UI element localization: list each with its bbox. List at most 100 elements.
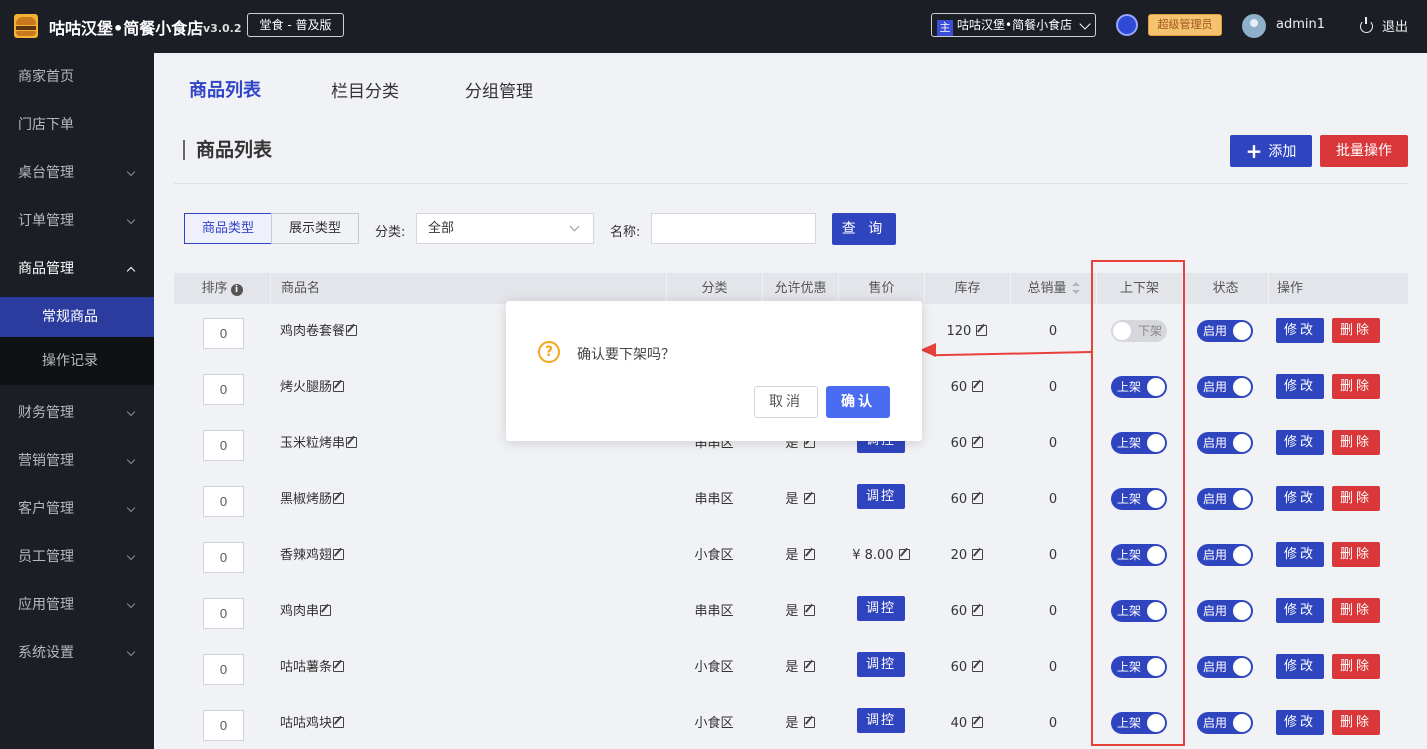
info-icon[interactable]: i [230,284,243,296]
edit-icon[interactable] [333,493,345,504]
avatar[interactable] [1242,14,1266,38]
edit-icon[interactable] [976,325,988,336]
edit-button[interactable]: 修改 [1276,318,1324,343]
category-select[interactable]: 全部 [416,213,594,244]
online-status-icon[interactable] [1116,14,1138,36]
edit-icon[interactable] [803,493,815,504]
stock-cell[interactable]: 60 [924,360,1010,416]
sidebar-item-customers[interactable]: 客户管理 [0,485,154,533]
add-button[interactable]: + 添加 [1230,135,1312,167]
delete-button[interactable]: 删除 [1332,654,1380,679]
sort-order-input[interactable] [203,486,244,517]
status-toggle[interactable]: 启用 [1197,712,1253,734]
delete-button[interactable]: 删除 [1332,542,1380,567]
status-toggle[interactable]: 启用 [1197,488,1253,510]
sort-order-input[interactable] [203,542,244,573]
edit-icon[interactable] [803,661,815,672]
discount-cell[interactable]: 是 [762,584,838,640]
edit-button[interactable]: 修改 [1276,710,1324,735]
sidebar-item-orders[interactable]: 订单管理 [0,197,154,245]
tab-product-list[interactable]: 商品列表 [189,76,261,102]
sort-order-input[interactable] [203,654,244,685]
sidebar-item-marketing[interactable]: 营销管理 [0,437,154,485]
sidebar-item-home[interactable]: 商家首页 [0,53,154,101]
filter-tab-product-type[interactable]: 商品类型 [184,213,272,244]
product-name-cell[interactable]: 鸡肉卷套餐 [280,304,358,360]
delete-button[interactable]: 删除 [1332,710,1380,735]
product-name-cell[interactable]: 咕咕鸡块 [280,696,345,749]
store-switcher[interactable]: 主咕咕汉堡•简餐小食店 [931,13,1096,37]
edit-icon[interactable] [898,549,910,560]
edit-icon[interactable] [972,437,984,448]
price-control-button[interactable]: 调控 [857,708,905,733]
username[interactable]: admin1 [1276,17,1325,32]
filter-tab-display-type[interactable]: 展示类型 [271,213,359,244]
confirm-button[interactable]: 确认 [826,386,890,418]
stock-cell[interactable]: 40 [924,696,1010,749]
stock-cell[interactable]: 60 [924,472,1010,528]
sidebar-item-settings[interactable]: 系统设置 [0,629,154,677]
sort-order-input[interactable] [203,710,244,741]
sort-order-input[interactable] [203,430,244,461]
edit-icon[interactable] [803,605,815,616]
sort-order-input[interactable] [203,374,244,405]
status-toggle[interactable]: 启用 [1197,656,1253,678]
edit-icon[interactable] [972,381,984,392]
sidebar-item-staff[interactable]: 员工管理 [0,533,154,581]
sidebar-item-apps[interactable]: 应用管理 [0,581,154,629]
edit-icon[interactable] [972,717,984,728]
stock-cell[interactable]: 60 [924,584,1010,640]
product-name-cell[interactable]: 黑椒烤肠 [280,472,345,528]
edit-icon[interactable] [972,493,984,504]
edit-icon[interactable] [972,549,984,560]
edit-button[interactable]: 修改 [1276,374,1324,399]
edit-icon[interactable] [333,381,345,392]
edit-button[interactable]: 修改 [1276,430,1324,455]
sidebar-item-store-order[interactable]: 门店下单 [0,101,154,149]
product-name-cell[interactable]: 香辣鸡翅 [280,528,345,584]
status-toggle[interactable]: 启用 [1197,432,1253,454]
sidebar-item-finance[interactable]: 财务管理 [0,389,154,437]
delete-button[interactable]: 删除 [1332,374,1380,399]
status-toggle[interactable]: 启用 [1197,320,1253,342]
query-button[interactable]: 查 询 [832,213,896,245]
delete-button[interactable]: 删除 [1332,486,1380,511]
status-toggle[interactable]: 启用 [1197,376,1253,398]
edit-icon[interactable] [320,605,332,616]
delete-button[interactable]: 删除 [1332,430,1380,455]
edit-icon[interactable] [333,661,345,672]
stock-cell[interactable]: 20 [924,528,1010,584]
status-toggle[interactable]: 启用 [1197,600,1253,622]
product-name-cell[interactable]: 鸡肉串 [280,584,332,640]
stock-cell[interactable]: 120 [924,304,1010,360]
product-name-cell[interactable]: 烤火腿肠 [280,360,345,416]
price-control-button[interactable]: 调控 [857,484,905,509]
price-control-button[interactable]: 调控 [857,652,905,677]
edit-button[interactable]: 修改 [1276,598,1324,623]
sort-order-input[interactable] [203,318,244,349]
sidebar-subitem-regular-products[interactable]: 常规商品 [0,297,154,337]
delete-button[interactable]: 删除 [1332,598,1380,623]
edit-icon[interactable] [346,437,358,448]
edit-icon[interactable] [346,325,358,336]
edit-button[interactable]: 修改 [1276,542,1324,567]
product-name-cell[interactable]: 玉米粒烤串 [280,416,358,472]
stock-cell[interactable]: 60 [924,640,1010,696]
tab-category[interactable]: 栏目分类 [331,77,399,102]
batch-operation-button[interactable]: 批量操作 [1320,135,1408,167]
sort-order-input[interactable] [203,598,244,629]
product-name-cell[interactable]: 咕咕薯条 [280,640,345,696]
name-search-input[interactable] [651,213,816,244]
edit-icon[interactable] [803,549,815,560]
price-cell[interactable]: ¥ 8.00 [838,528,924,584]
edit-button[interactable]: 修改 [1276,654,1324,679]
discount-cell[interactable]: 是 [762,696,838,749]
edit-button[interactable]: 修改 [1276,486,1324,511]
discount-cell[interactable]: 是 [762,472,838,528]
cancel-button[interactable]: 取消 [754,386,818,418]
sidebar-item-products[interactable]: 商品管理 [0,245,154,293]
discount-cell[interactable]: 是 [762,528,838,584]
sort-icon[interactable] [1071,282,1080,294]
discount-cell[interactable]: 是 [762,640,838,696]
stock-cell[interactable]: 60 [924,416,1010,472]
